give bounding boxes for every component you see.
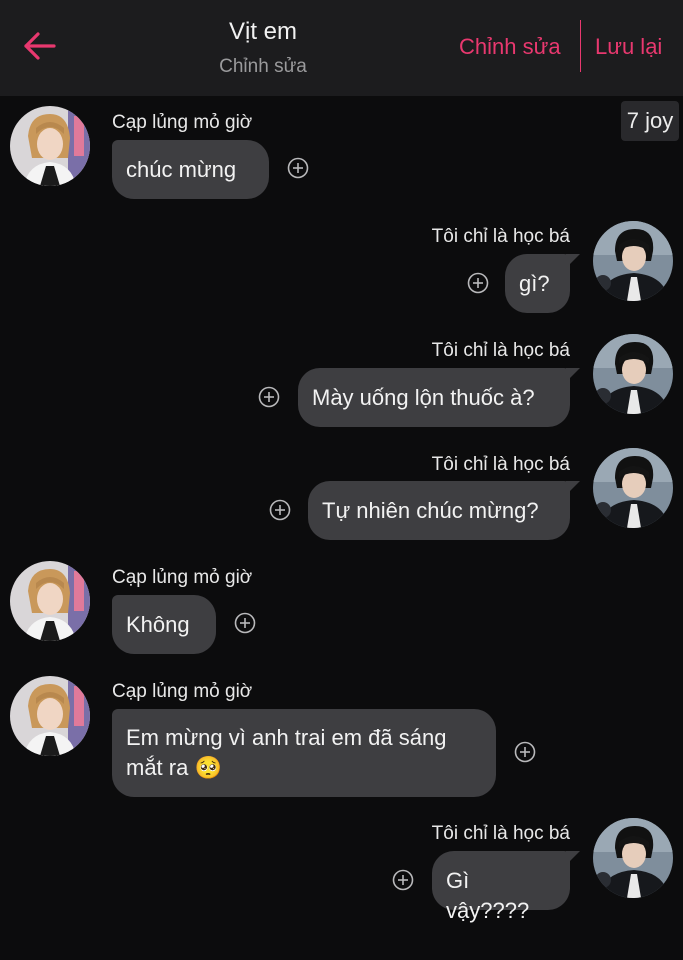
sender-name: Cạp lủng mỏ giờ	[112, 567, 253, 588]
message-bubble[interactable]: Mày uống lộn thuốc à?	[298, 368, 570, 427]
chat-subtitle: Chỉnh sửa	[219, 56, 307, 77]
add-reaction-icon[interactable]	[514, 741, 536, 763]
joy-badge[interactable]: 7 joy	[621, 101, 679, 141]
message-text: chúc mừng	[126, 157, 237, 182]
avatar[interactable]	[593, 818, 673, 898]
avatar[interactable]	[10, 561, 90, 641]
sender-name: Tôi chỉ là học bá	[431, 226, 570, 247]
message-text: Mày uống lộn thuốc à?	[312, 385, 535, 410]
message-bubble[interactable]: Em mừng vì anh trai em đã sáng mắt ra 🥺	[112, 709, 496, 797]
edit-button[interactable]: Chỉnh sửa	[459, 34, 561, 60]
avatar[interactable]	[593, 221, 673, 301]
message-text: Không	[126, 612, 190, 637]
avatar[interactable]	[593, 334, 673, 414]
bubble-tail	[566, 851, 580, 865]
bubble-tail	[566, 481, 580, 495]
sender-name: Tôi chỉ là học bá	[431, 340, 570, 361]
message-text: Em mừng vì anh trai em đã sáng	[126, 725, 447, 750]
add-reaction-icon[interactable]	[234, 612, 256, 634]
avatar[interactable]	[593, 448, 673, 528]
sender-name: Cạp lủng mỏ giờ	[112, 681, 253, 702]
message-bubble[interactable]: chúc mừng	[112, 140, 269, 199]
sender-name: Tôi chỉ là học bá	[431, 454, 570, 475]
message-text: gì?	[519, 271, 550, 296]
message-bubble[interactable]: gì?	[505, 254, 570, 313]
message-text: Gì vậy????	[446, 868, 530, 923]
message-bubble[interactable]: Không	[112, 595, 216, 654]
bubble-tail	[566, 254, 580, 268]
add-reaction-icon[interactable]	[269, 499, 291, 521]
message-bubble[interactable]: Tự nhiên chúc mừng?	[308, 481, 570, 540]
chat-title: Vịt em	[228, 18, 297, 45]
top-bar: Vịt em Chỉnh sửa Chỉnh sửa Lưu lại	[0, 0, 683, 96]
sender-name: Tôi chỉ là học bá	[431, 823, 570, 844]
message-text-line-2: mắt ra 🥺	[126, 755, 222, 780]
message-bubble[interactable]: Gì vậy????	[432, 851, 570, 923]
message-text: Tự nhiên chúc mừng?	[322, 498, 539, 523]
save-button[interactable]: Lưu lại	[595, 34, 662, 60]
add-reaction-icon[interactable]	[258, 386, 280, 408]
bubble-tail	[566, 368, 580, 382]
sender-name: Cạp lủng mỏ giờ	[112, 112, 253, 133]
header-divider	[580, 20, 581, 72]
add-reaction-icon[interactable]	[287, 157, 309, 179]
avatar[interactable]	[10, 106, 90, 186]
add-reaction-icon[interactable]	[392, 869, 414, 891]
avatar[interactable]	[10, 676, 90, 756]
add-reaction-icon[interactable]	[467, 272, 489, 294]
